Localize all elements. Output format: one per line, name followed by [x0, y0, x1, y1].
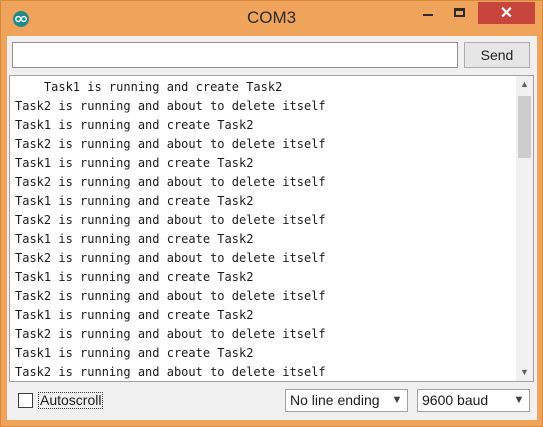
serial-output[interactable]: Task1 is running and create Task2 Task2 i…: [9, 75, 534, 382]
maximize-button[interactable]: [447, 2, 475, 24]
output-line: Task2 is running and about to delete its…: [15, 213, 326, 227]
chevron-down-icon: ▼: [513, 394, 525, 406]
output-line: Task2 is running and about to delete its…: [15, 251, 326, 265]
title-bar[interactable]: COM3 ✕: [1, 1, 542, 37]
close-icon: ✕: [499, 5, 514, 22]
autoscroll-label[interactable]: Autoscroll: [38, 392, 104, 409]
line-ending-value: No line ending: [290, 392, 380, 408]
maximize-icon: [454, 8, 465, 17]
output-line: Task1 is running and create Task2: [15, 194, 254, 208]
output-line: Task1 is running and create Task2: [15, 118, 254, 132]
send-button[interactable]: Send: [464, 42, 530, 68]
output-line: Task2 is running and about to delete its…: [15, 137, 326, 151]
output-line: Task1 is running and create Task2: [15, 80, 283, 94]
bottom-bar: Autoscroll No line ending ▼ 9600 baud ▼: [7, 384, 537, 420]
minimize-icon: [423, 14, 433, 16]
output-line: Task1 is running and create Task2: [15, 270, 254, 284]
client-area: Send Task1 is running and create Task2 Ta…: [7, 36, 537, 420]
serial-monitor-window: COM3 ✕ Send Task1 is running and create …: [0, 0, 543, 427]
output-line: Task1 is running and create Task2: [15, 156, 254, 170]
minimize-button[interactable]: [414, 2, 442, 24]
scroll-up-arrow-icon[interactable]: ▲: [516, 76, 533, 93]
vertical-scrollbar[interactable]: ▲ ▼: [516, 76, 533, 381]
output-line: Task2 is running and about to delete its…: [15, 175, 326, 189]
autoscroll-checkbox[interactable]: [18, 393, 33, 408]
baud-rate-select[interactable]: 9600 baud ▼: [417, 389, 530, 412]
close-button[interactable]: ✕: [478, 2, 535, 24]
send-input[interactable]: [12, 42, 458, 68]
output-line: Task1 is running and create Task2: [15, 346, 254, 360]
output-line: Task1 is running and create Task2: [15, 232, 254, 246]
baud-rate-value: 9600 baud: [422, 392, 489, 408]
output-line: Task2 is running and about to delete its…: [15, 327, 326, 341]
line-ending-select[interactable]: No line ending ▼: [285, 389, 408, 412]
scroll-down-arrow-icon[interactable]: ▼: [516, 364, 533, 381]
scrollbar-thumb[interactable]: [518, 96, 531, 158]
output-line: Task1 is running and create Task2: [15, 308, 254, 322]
output-line: Task2 is running and about to delete its…: [15, 365, 326, 379]
output-lines: Task1 is running and create Task2 Task2 i…: [15, 78, 510, 381]
output-line: Task2 is running and about to delete its…: [15, 99, 326, 113]
output-line: Task2 is running and about to delete its…: [15, 289, 326, 303]
chevron-down-icon: ▼: [391, 394, 403, 406]
